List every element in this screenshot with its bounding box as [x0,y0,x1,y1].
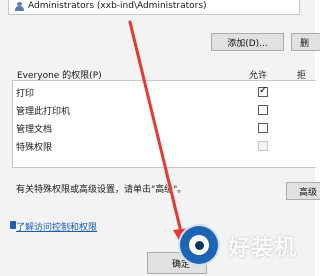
permission-row-manage-documents: 管理文档 [16,121,52,135]
permission-label: 管理此打印机 [16,106,71,117]
permission-label: 打印 [16,88,35,99]
add-button[interactable]: 添加(D)... [211,33,284,51]
watermark: 好装机 [178,220,315,276]
permission-label: 特殊权限 [16,142,53,153]
remove-button[interactable]: 删 [291,33,320,51]
permission-row-print: 打印 [16,85,34,99]
allow-manage-documents-checkbox[interactable] [258,123,268,133]
access-control-help-link[interactable]: 了解访问控制和权限 [16,220,97,233]
allow-special-permissions-checkbox [258,141,268,151]
advanced-settings-note: 有关特殊权限或高级设置，请单击"高级"。 [16,185,187,195]
group-user-list[interactable]: Administrators (xxb-ind\Administrators) [8,0,300,15]
permission-row-special: 特殊权限 [16,139,52,153]
watermark-eye-logo-icon [178,224,220,266]
user-group-icon [15,1,24,11]
watermark-text: 好装机 [228,236,298,261]
allow-manage-printer-checkbox[interactable] [258,105,268,115]
group-user-item[interactable]: Administrators (xxb-ind\Administrators) [15,1,207,11]
permissions-list [12,80,316,168]
group-user-name: Administrators (xxb-ind\Administrators) [28,1,207,11]
permission-label: 管理文档 [16,124,53,135]
advanced-button[interactable]: 高级 [286,182,320,200]
permission-row-manage-printer: 管理此打印机 [16,103,70,117]
allow-print-checkbox[interactable] [258,85,268,97]
